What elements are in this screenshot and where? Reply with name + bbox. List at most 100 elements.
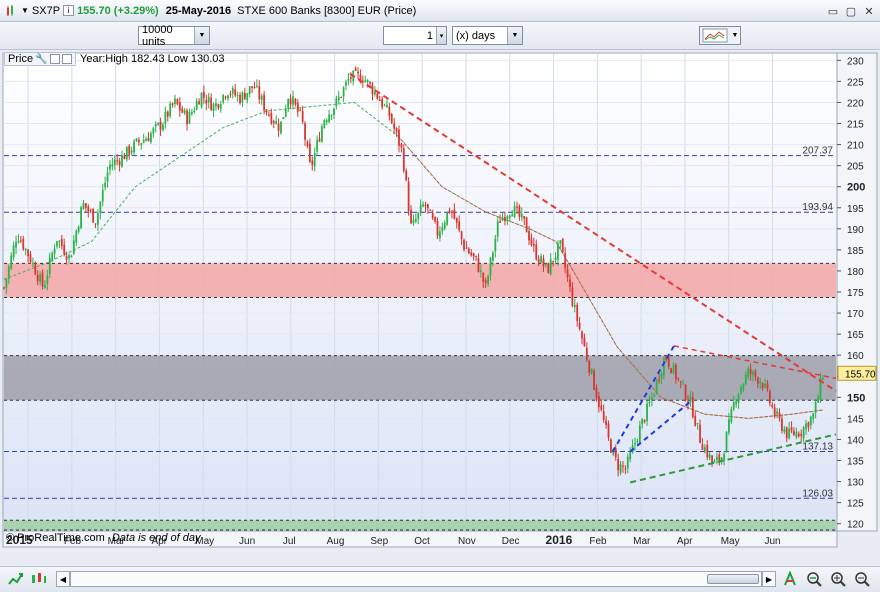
candle-body — [552, 260, 555, 262]
price-chart[interactable]: 1201251301351401451501551601651701751801… — [0, 50, 880, 566]
candle-body — [56, 241, 58, 247]
candle-body — [77, 226, 80, 232]
candle-body — [508, 215, 511, 218]
candle-body — [460, 231, 463, 240]
spinner-icon[interactable]: ▾ — [436, 27, 446, 44]
zoom-out-icon[interactable] — [854, 571, 870, 587]
candle-body — [484, 280, 487, 283]
candle-body — [783, 429, 786, 433]
info-icon[interactable]: i — [63, 5, 75, 16]
candle-body — [68, 255, 70, 258]
candle-body — [94, 223, 97, 225]
candle-body — [557, 243, 559, 260]
candle-body — [607, 423, 610, 438]
candle-body — [742, 383, 745, 390]
candle-body — [198, 101, 200, 105]
candle-body — [113, 159, 116, 165]
candle-body — [174, 98, 176, 104]
candle-body — [797, 433, 800, 437]
candle-body — [773, 407, 776, 417]
price-panel-tab[interactable]: Price 🔧 — [4, 52, 76, 66]
close-panel-icon[interactable] — [61, 54, 72, 64]
navigation-bar: ◀ ▶ — [0, 566, 880, 592]
instrument-name: STXE 600 Banks [8300] EUR (Price) — [237, 4, 417, 17]
candle-body — [477, 258, 480, 272]
candle-body — [590, 369, 593, 374]
period-input[interactable]: 1 ▾ — [383, 26, 447, 45]
candle-body — [467, 248, 470, 254]
candle-body — [164, 111, 167, 124]
chart-canvas[interactable]: 1201251301351401451501551601651701751801… — [0, 50, 880, 566]
candle-body — [63, 244, 66, 255]
scroll-thumb[interactable] — [707, 574, 759, 584]
candle-body — [747, 368, 750, 377]
candle-body — [253, 86, 256, 89]
restore-icon[interactable]: ▭ — [826, 4, 840, 18]
timeframe-select[interactable]: (x) days ▼ — [452, 26, 523, 45]
candle-body — [479, 270, 482, 272]
candle-body — [308, 143, 311, 162]
candle-body — [817, 396, 819, 403]
timeframe-value: (x) days — [456, 29, 496, 42]
units-select[interactable]: 10000 units ▼ — [138, 24, 210, 48]
candle-body — [448, 210, 451, 213]
chart-type-select[interactable]: ▼ — [699, 26, 741, 45]
candle-body — [436, 220, 439, 236]
candle-body — [629, 452, 632, 460]
candle-body — [431, 212, 434, 219]
candle-body — [171, 103, 174, 106]
candle-body — [530, 238, 533, 245]
chevron-down-icon[interactable]: ▼ — [507, 27, 522, 44]
candle-body — [337, 96, 340, 101]
candle-body — [465, 247, 468, 249]
candle-body — [576, 304, 579, 322]
arrow-right-icon[interactable]: ▶ — [762, 571, 776, 587]
candle-body — [364, 80, 367, 83]
candle-body — [357, 71, 359, 74]
chevron-down-icon[interactable]: ▼ — [730, 27, 740, 44]
candle-body — [711, 455, 713, 463]
zoom-window-icon[interactable] — [806, 571, 822, 587]
candle-body — [53, 248, 56, 254]
candle-body — [696, 422, 699, 425]
dropdown-arrow-icon[interactable]: ▼ — [21, 6, 29, 15]
candle-body — [475, 255, 477, 257]
candle-body — [451, 211, 453, 213]
x-tick-label: Jun — [239, 536, 255, 547]
candle-body — [24, 248, 27, 251]
instrument-icon[interactable] — [4, 4, 18, 18]
candle-style-icon[interactable] — [30, 571, 46, 587]
close-icon[interactable]: ✕ — [862, 4, 876, 18]
candle-body — [788, 428, 791, 439]
pan-icon[interactable] — [782, 571, 798, 587]
candle-body — [169, 103, 172, 117]
wrench-icon[interactable]: 🔧 — [35, 54, 47, 65]
level-label: 137.13 — [802, 442, 833, 453]
settings-icon[interactable] — [49, 54, 60, 64]
candle-body — [593, 370, 595, 390]
chevron-down-icon[interactable]: ▼ — [194, 27, 209, 44]
candle-body — [595, 388, 598, 399]
candle-body — [641, 418, 644, 425]
maximize-icon[interactable]: ▢ — [844, 4, 858, 18]
y-tick-label: 215 — [847, 120, 864, 131]
candle-body — [405, 170, 408, 181]
y-tick-label: 220 — [847, 98, 864, 109]
arrow-left-icon[interactable]: ◀ — [56, 571, 70, 587]
candle-body — [544, 263, 547, 265]
candle-body — [679, 381, 682, 383]
candle-body — [728, 419, 730, 433]
symbol-label[interactable]: SX7P — [32, 5, 60, 17]
zoom-in-icon[interactable] — [830, 571, 846, 587]
scroll-track[interactable] — [70, 571, 762, 587]
candle-body — [395, 127, 398, 132]
candle-body — [561, 238, 564, 252]
candle-body — [424, 204, 427, 207]
candle-body — [111, 164, 114, 167]
x-tick-label: Jul — [283, 536, 296, 547]
candle-body — [455, 217, 458, 223]
drawing-tools-icon[interactable] — [8, 571, 24, 587]
candle-body — [150, 133, 152, 143]
level-label: 207.37 — [802, 146, 833, 157]
y-tick-label: 195 — [847, 204, 864, 215]
